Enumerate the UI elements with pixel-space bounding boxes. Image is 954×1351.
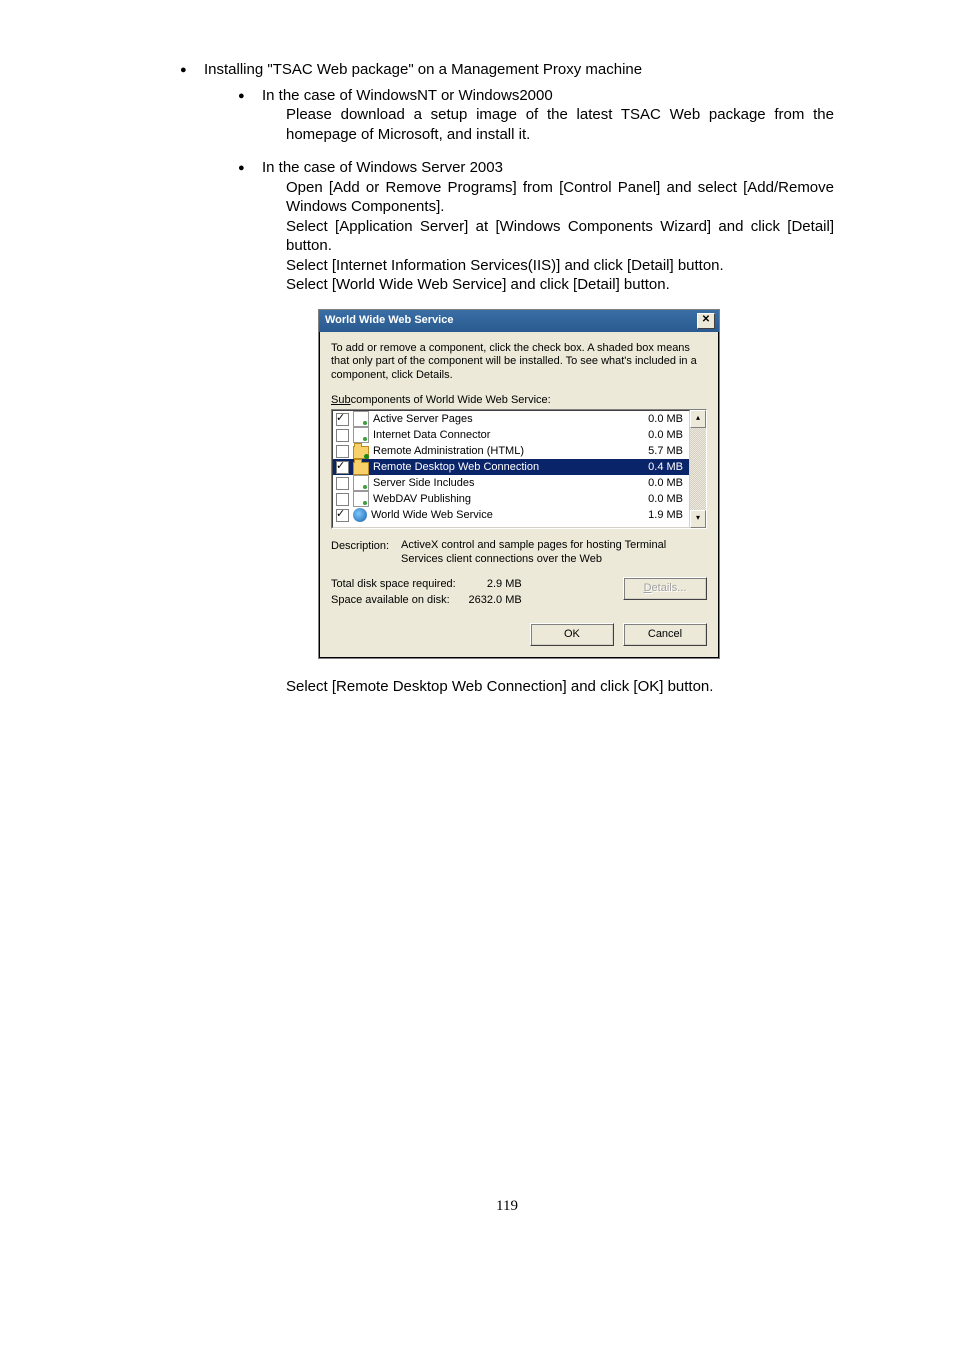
sub2-title: In the case of Windows Server 2003 bbox=[262, 159, 503, 176]
sub2-line4: Select [World Wide Web Service] and clic… bbox=[262, 275, 834, 295]
scroll-down-button[interactable]: ▾ bbox=[690, 510, 706, 528]
scroll-up-button[interactable]: ▴ bbox=[690, 410, 706, 428]
outer-list: Installing "TSAC Web package" on a Manag… bbox=[180, 60, 834, 697]
dialog-body: To add or remove a component, click the … bbox=[319, 332, 719, 659]
sub1-title: In the case of WindowsNT or Windows2000 bbox=[262, 87, 553, 104]
bullet-install-tsac: Installing "TSAC Web package" on a Manag… bbox=[180, 60, 834, 697]
list-rows: Active Server Pages0.0 MBInternet Data C… bbox=[332, 410, 690, 528]
list-item[interactable]: Server Side Includes 0.0 MB bbox=[333, 475, 689, 491]
checkbox[interactable] bbox=[336, 461, 349, 474]
dialog-screenshot: World Wide Web Service ✕ To add or remov… bbox=[318, 309, 834, 660]
item-size: 0.4 MB bbox=[633, 460, 683, 474]
sub1-body: Please download a setup image of the lat… bbox=[262, 105, 834, 144]
sub2-line3: Select [Internet Information Services(II… bbox=[262, 256, 834, 276]
nested-list: In the case of WindowsNT or Windows2000 … bbox=[204, 86, 834, 697]
ok-button[interactable]: OK bbox=[530, 623, 614, 646]
document-icon bbox=[353, 427, 369, 443]
disk-stats-table: Total disk space required: 2.9 MB Space … bbox=[331, 577, 528, 610]
cancel-button[interactable]: Cancel bbox=[623, 623, 707, 646]
item-name: Internet Data Connector bbox=[373, 428, 629, 442]
globe-icon bbox=[353, 508, 367, 522]
instruction-text: To add or remove a component, click the … bbox=[331, 342, 707, 383]
checkbox[interactable] bbox=[336, 429, 349, 442]
dialog-title: World Wide Web Service bbox=[325, 313, 453, 327]
avail-label: Space available on disk: bbox=[331, 593, 462, 609]
checkbox[interactable] bbox=[336, 509, 349, 522]
www-service-dialog: World Wide Web Service ✕ To add or remov… bbox=[318, 309, 720, 660]
total-label: Total disk space required: bbox=[331, 577, 462, 593]
description-row: Description: ActiveX control and sample … bbox=[331, 539, 707, 567]
list-item[interactable]: Internet Data Connector 0.0 MB bbox=[333, 427, 689, 443]
item-name: Remote Desktop Web Connection bbox=[373, 460, 629, 474]
list-item[interactable]: Remote Administration (HTML) 5.7 MB bbox=[333, 443, 689, 459]
item-name: Active Server Pages bbox=[373, 412, 629, 426]
item-size: 0.0 MB bbox=[633, 412, 683, 426]
close-button[interactable]: ✕ bbox=[697, 313, 715, 329]
details-rest: etails... bbox=[652, 582, 687, 594]
item-size: 0.0 MB bbox=[633, 492, 683, 506]
stats-row: Total disk space required: 2.9 MB Space … bbox=[331, 577, 707, 610]
document-page: Installing "TSAC Web package" on a Manag… bbox=[0, 0, 954, 1256]
list-item[interactable]: WebDAV Publishing 0.0 MB bbox=[333, 491, 689, 507]
bullet1-text: Installing "TSAC Web package" on a Manag… bbox=[204, 61, 642, 78]
checkbox[interactable] bbox=[336, 445, 349, 458]
list-item[interactable]: World Wide Web Service 1.9 MB bbox=[333, 507, 689, 523]
details-underline: D bbox=[644, 582, 652, 594]
checkbox[interactable] bbox=[336, 413, 349, 426]
details-button[interactable]: Details... bbox=[623, 577, 707, 600]
page-number: 119 bbox=[180, 1197, 834, 1217]
scrollbar[interactable]: ▴ ▾ bbox=[690, 410, 706, 528]
stats-right: Details... bbox=[566, 577, 707, 610]
checkbox[interactable] bbox=[336, 493, 349, 506]
document-icon bbox=[353, 475, 369, 491]
list-item[interactable]: Active Server Pages 0.0 MB bbox=[333, 411, 689, 427]
item-size: 1.9 MB bbox=[633, 508, 683, 522]
document-icon bbox=[353, 491, 369, 507]
description-text: ActiveX control and sample pages for hos… bbox=[401, 539, 707, 567]
description-label: Description: bbox=[331, 539, 393, 567]
item-name: World Wide Web Service bbox=[371, 508, 629, 522]
subcomponents-label-u: Sub bbox=[331, 394, 351, 406]
total-value: 2.9 MB bbox=[462, 577, 528, 593]
sub2-line1: Open [Add or Remove Programs] from [Cont… bbox=[262, 178, 834, 217]
document-icon bbox=[353, 411, 369, 427]
scroll-track[interactable] bbox=[690, 428, 706, 510]
item-name: WebDAV Publishing bbox=[373, 492, 629, 506]
item-size: 0.0 MB bbox=[633, 428, 683, 442]
case-nt-2000: In the case of WindowsNT or Windows2000 … bbox=[238, 86, 834, 145]
subcomponents-label: Subcomponents of World Wide Web Service: bbox=[331, 393, 707, 407]
avail-row: Space available on disk: 2632.0 MB bbox=[331, 593, 528, 609]
list-item[interactable]: Remote Desktop Web Connection 0.4 MB bbox=[333, 459, 689, 475]
avail-value: 2632.0 MB bbox=[462, 593, 528, 609]
item-name: Remote Administration (HTML) bbox=[373, 444, 629, 458]
stats-left: Total disk space required: 2.9 MB Space … bbox=[331, 577, 566, 610]
dialog-button-row: OK Cancel bbox=[331, 623, 707, 646]
checkbox[interactable] bbox=[336, 477, 349, 490]
case-server-2003: In the case of Windows Server 2003 Open … bbox=[238, 158, 834, 697]
after-dialog-text: Select [Remote Desktop Web Connection] a… bbox=[286, 677, 834, 697]
folder-icon bbox=[353, 446, 369, 459]
titlebar: World Wide Web Service ✕ bbox=[319, 310, 719, 332]
components-listbox[interactable]: Active Server Pages0.0 MBInternet Data C… bbox=[331, 409, 707, 529]
folder-icon bbox=[353, 462, 369, 475]
item-size: 0.0 MB bbox=[633, 476, 683, 490]
subcomponents-label-rest: components of World Wide Web Service: bbox=[351, 394, 551, 406]
sub2-line2: Select [Application Server] at [Windows … bbox=[262, 217, 834, 256]
item-name: Server Side Includes bbox=[373, 476, 629, 490]
item-size: 5.7 MB bbox=[633, 444, 683, 458]
total-row: Total disk space required: 2.9 MB bbox=[331, 577, 528, 593]
